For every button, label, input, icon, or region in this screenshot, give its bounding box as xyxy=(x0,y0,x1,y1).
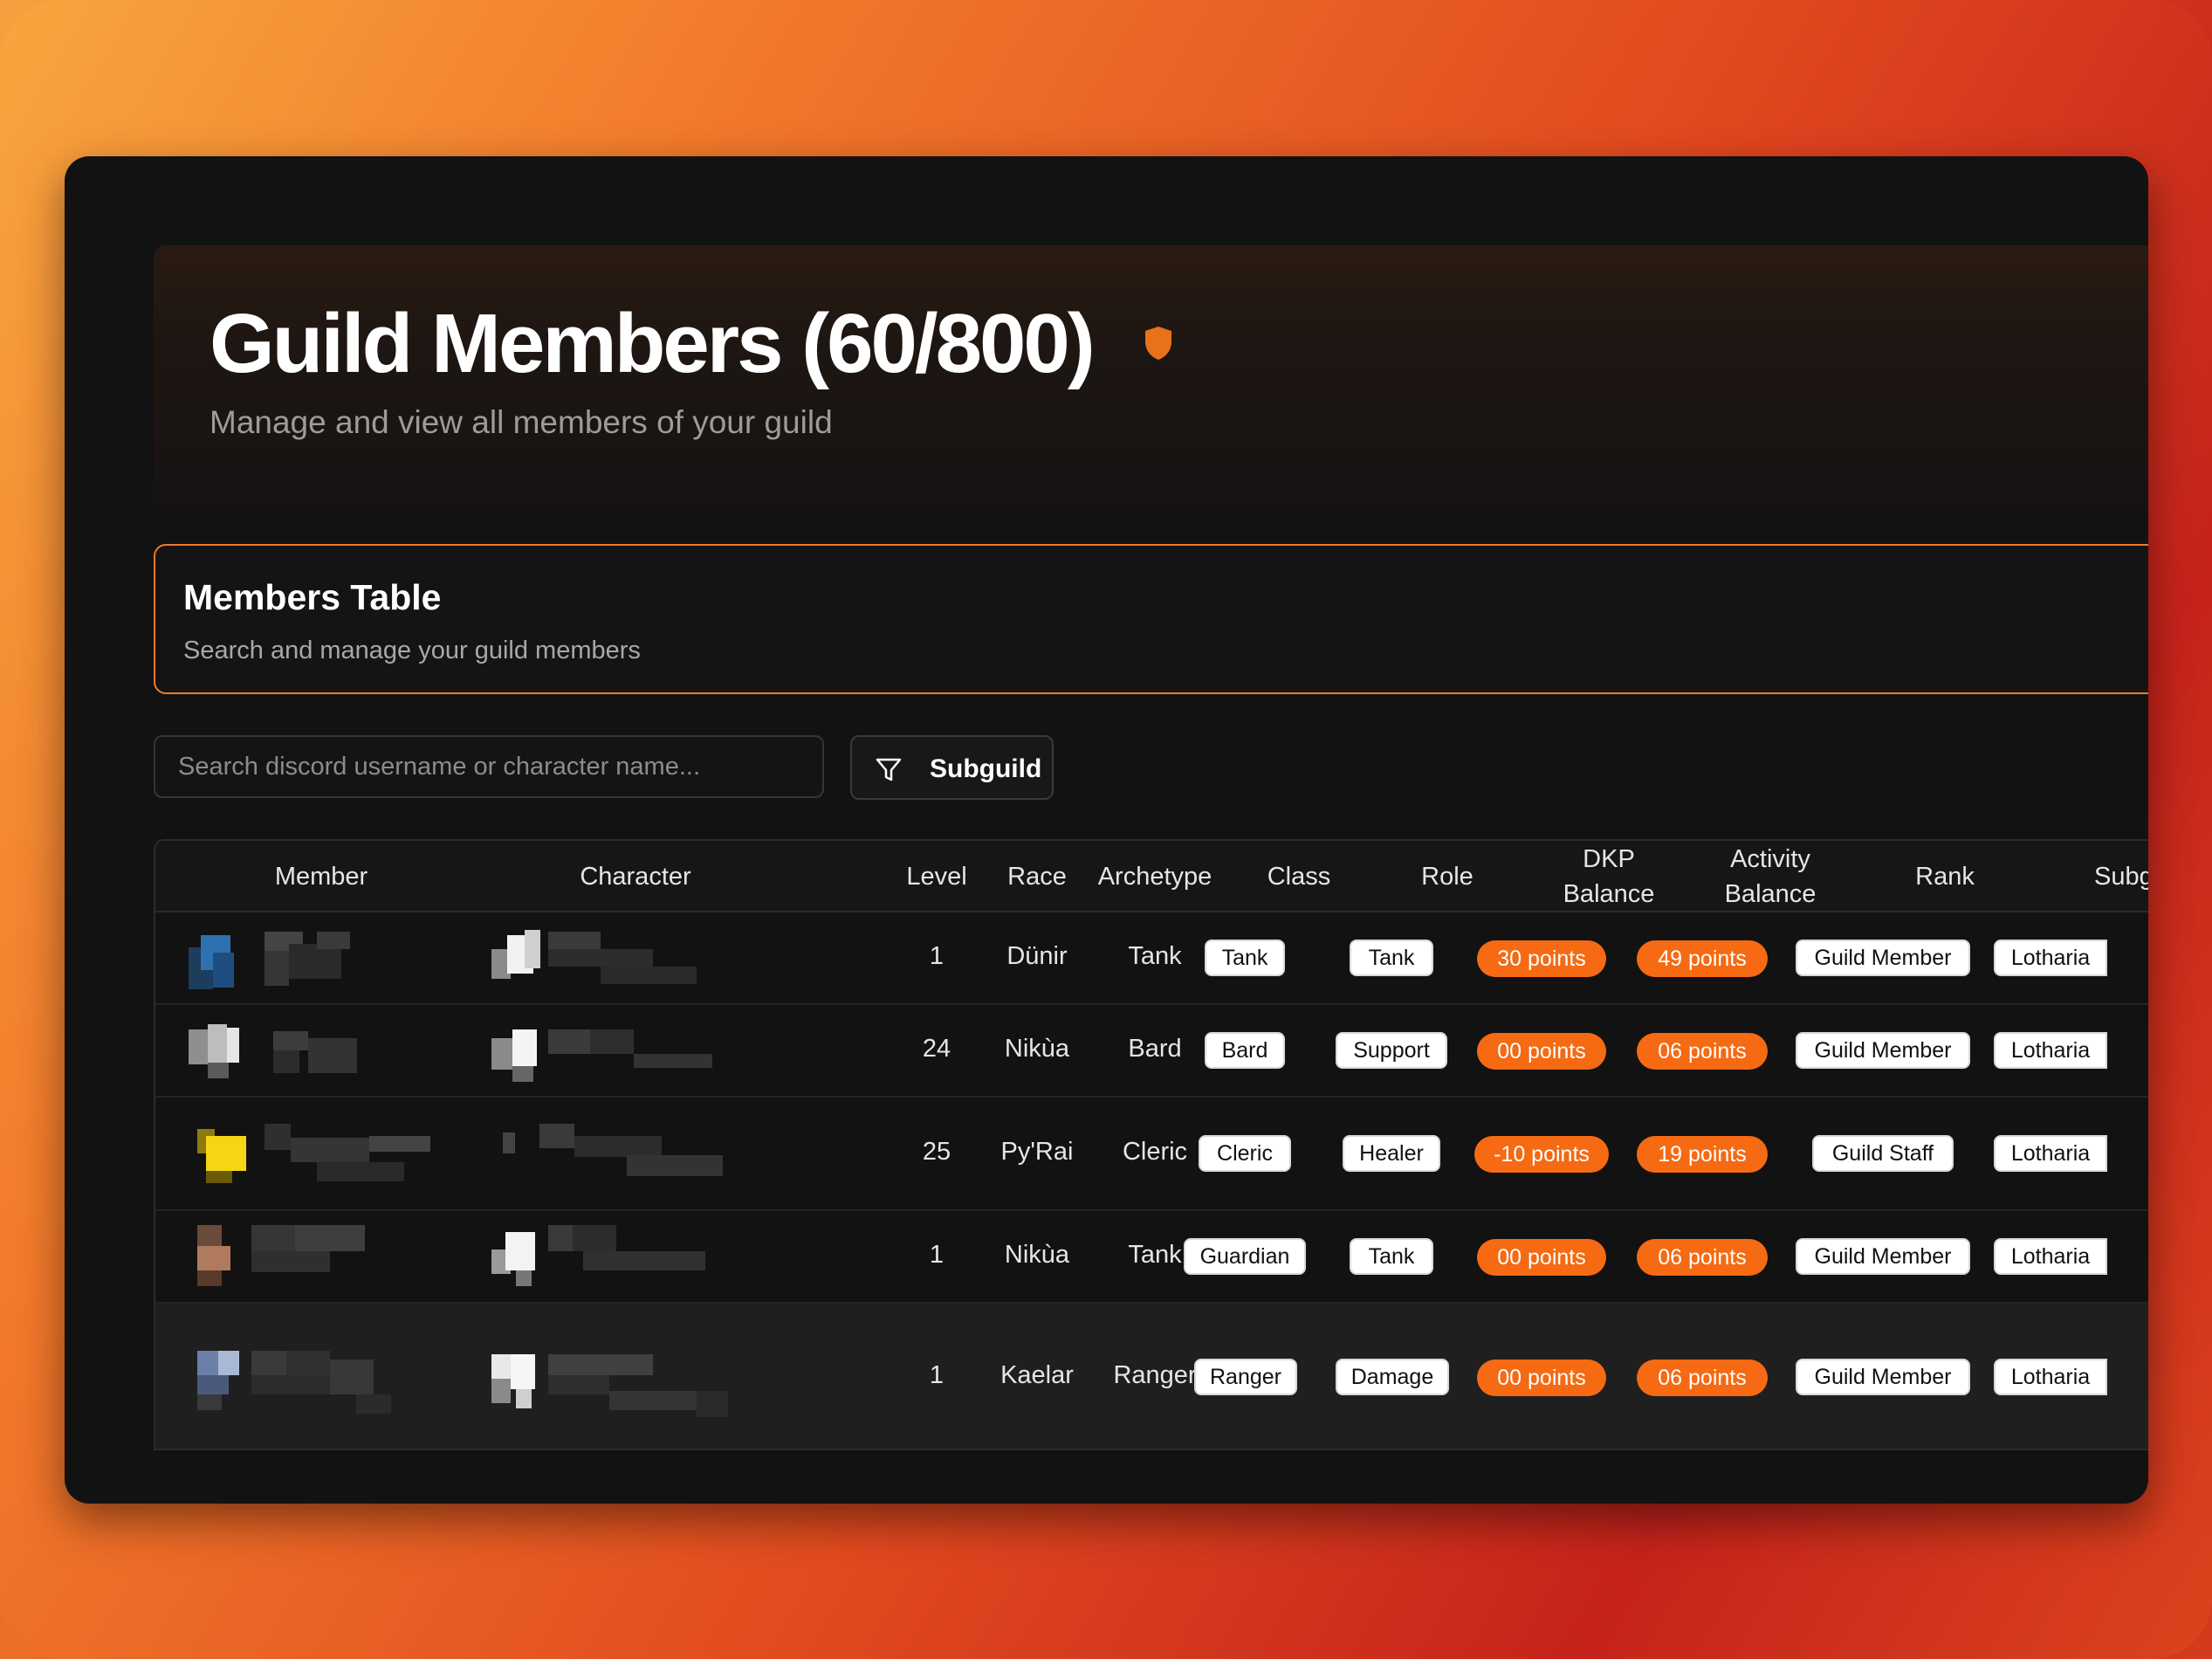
column-header-dkp[interactable]: DKP Balance xyxy=(1535,842,1683,912)
column-header-subguild[interactable]: Subgu xyxy=(2028,859,2148,894)
class-badge: Tank xyxy=(1205,940,1285,976)
cell-race: Nikùa xyxy=(1004,1241,1070,1269)
cell-level: 1 xyxy=(929,1241,945,1269)
activity-badge: 06 points xyxy=(1637,1033,1768,1070)
role-badge: Tank xyxy=(1350,940,1433,976)
table-header: Member Character Level Race Archetype Cl… xyxy=(155,841,2148,912)
dkp-badge: -10 points xyxy=(1474,1136,1609,1173)
rank-badge: Guild Member xyxy=(1796,1238,1970,1275)
cell-race: Py'Rai xyxy=(1000,1138,1074,1166)
rank-badge: Guild Member xyxy=(1796,940,1970,976)
column-header-level[interactable]: Level xyxy=(897,859,976,894)
cell-level: 24 xyxy=(922,1035,951,1063)
cell-archetype: Bard xyxy=(1128,1035,1182,1063)
table-row[interactable]: 1 Kaelar Ranger Ranger Damage 00 points … xyxy=(155,1304,2148,1449)
rank-badge: Guild Member xyxy=(1796,1359,1970,1395)
class-badge: Ranger xyxy=(1194,1359,1297,1395)
column-header-dkp-line1: DKP xyxy=(1583,845,1635,873)
character-avatar xyxy=(491,1354,544,1415)
subguild-badge: Lotharia xyxy=(1994,1135,2107,1172)
dkp-badge: 00 points xyxy=(1477,1239,1606,1276)
role-badge: Tank xyxy=(1350,1238,1433,1275)
table-row[interactable]: 1 Nikùa Tank Guardian Tank 00 points 06 … xyxy=(155,1211,2148,1304)
rank-badge: Guild Member xyxy=(1796,1032,1970,1069)
subguild-filter-button[interactable]: Subguild xyxy=(850,735,1054,800)
column-header-activity-line2: Balance xyxy=(1724,880,1817,908)
column-header-role[interactable]: Role xyxy=(1395,859,1500,894)
member-username-blurred xyxy=(251,1225,374,1286)
cell-archetype: Tank xyxy=(1128,942,1182,970)
cell-level: 1 xyxy=(929,1361,945,1389)
character-name-blurred xyxy=(548,1225,723,1286)
page-subtitle: Manage and view all members of your guil… xyxy=(210,404,833,440)
cell-level: 25 xyxy=(922,1138,951,1166)
column-header-activity[interactable]: Activity Balance xyxy=(1696,842,1844,912)
table-row[interactable]: 25 Py'Rai Cleric Cleric Healer -10 point… xyxy=(155,1098,2148,1211)
class-badge: Bard xyxy=(1205,1032,1285,1069)
character-avatar xyxy=(491,1225,544,1286)
role-badge: Healer xyxy=(1343,1135,1440,1172)
cell-race: Kaelar xyxy=(1000,1361,1074,1389)
card-subtitle: Search and manage your guild members xyxy=(183,637,641,664)
character-name-blurred xyxy=(548,932,705,988)
character-name-blurred xyxy=(539,1124,740,1185)
character-name-blurred xyxy=(548,1022,723,1080)
role-badge: Support xyxy=(1336,1032,1447,1069)
character-avatar xyxy=(491,925,544,991)
page-title: Guild Members (60/800) xyxy=(210,297,1096,390)
subguild-badge: Lotharia xyxy=(1994,1032,2107,1069)
column-header-archetype[interactable]: Archetype xyxy=(1089,859,1220,894)
column-header-activity-line1: Activity xyxy=(1730,845,1810,873)
card-title: Members Table xyxy=(183,577,442,617)
column-header-character[interactable]: Character xyxy=(505,859,766,894)
column-header-class[interactable]: Class xyxy=(1247,859,1351,894)
table-row[interactable]: 24 Nikùa Bard Bard Support 00 points 06 … xyxy=(155,1005,2148,1098)
member-username-blurred xyxy=(273,1022,369,1078)
avatar xyxy=(189,1021,276,1082)
members-table: Member Character Level Race Archetype Cl… xyxy=(154,839,2148,1450)
activity-badge: 19 points xyxy=(1637,1136,1768,1173)
cell-race: Dünir xyxy=(1006,942,1068,970)
avatar xyxy=(197,1122,267,1188)
column-header-dkp-line2: Balance xyxy=(1563,880,1655,908)
character-avatar xyxy=(491,1017,544,1084)
shield-icon xyxy=(1145,327,1171,360)
character-avatar xyxy=(503,1124,529,1176)
member-username-blurred xyxy=(251,1351,400,1417)
members-table-card: Members Table Search and manage your gui… xyxy=(154,544,2148,694)
member-username-blurred xyxy=(264,1124,439,1185)
main-content: Guild Members (60/800) Manage and view a… xyxy=(154,245,2148,1504)
dkp-badge: 30 points xyxy=(1477,940,1606,977)
page-background: Guild Members (60/800) Manage and view a… xyxy=(0,0,2212,1659)
dkp-badge: 00 points xyxy=(1477,1360,1606,1396)
app-window: Guild Members (60/800) Manage and view a… xyxy=(65,156,2148,1504)
subguild-filter-label: Subguild xyxy=(930,754,1042,783)
table-row[interactable]: 1 Dünir Tank Tank Tank 30 points 49 poin… xyxy=(155,912,2148,1005)
cell-race: Nikùa xyxy=(1004,1035,1070,1063)
page-header: Guild Members (60/800) Manage and view a… xyxy=(154,245,2148,505)
activity-badge: 06 points xyxy=(1637,1360,1768,1396)
subguild-badge: Lotharia xyxy=(1994,1238,2107,1275)
class-badge: Guardian xyxy=(1184,1238,1306,1275)
cell-level: 1 xyxy=(929,942,945,970)
rank-badge: Guild Staff xyxy=(1812,1135,1954,1172)
dkp-badge: 00 points xyxy=(1477,1033,1606,1070)
search-input[interactable] xyxy=(154,735,824,798)
activity-badge: 49 points xyxy=(1637,940,1768,977)
column-header-rank[interactable]: Rank xyxy=(1858,859,2032,894)
role-badge: Damage xyxy=(1336,1359,1449,1395)
column-header-race[interactable]: Race xyxy=(993,859,1081,894)
member-username-blurred xyxy=(264,932,352,988)
filter-icon xyxy=(876,758,902,781)
column-header-member[interactable]: Member xyxy=(190,859,452,894)
subguild-badge: Lotharia xyxy=(1994,940,2107,976)
subguild-badge: Lotharia xyxy=(1994,1359,2107,1395)
class-badge: Cleric xyxy=(1199,1135,1291,1172)
character-name-blurred xyxy=(548,1354,740,1421)
activity-badge: 06 points xyxy=(1637,1239,1768,1276)
